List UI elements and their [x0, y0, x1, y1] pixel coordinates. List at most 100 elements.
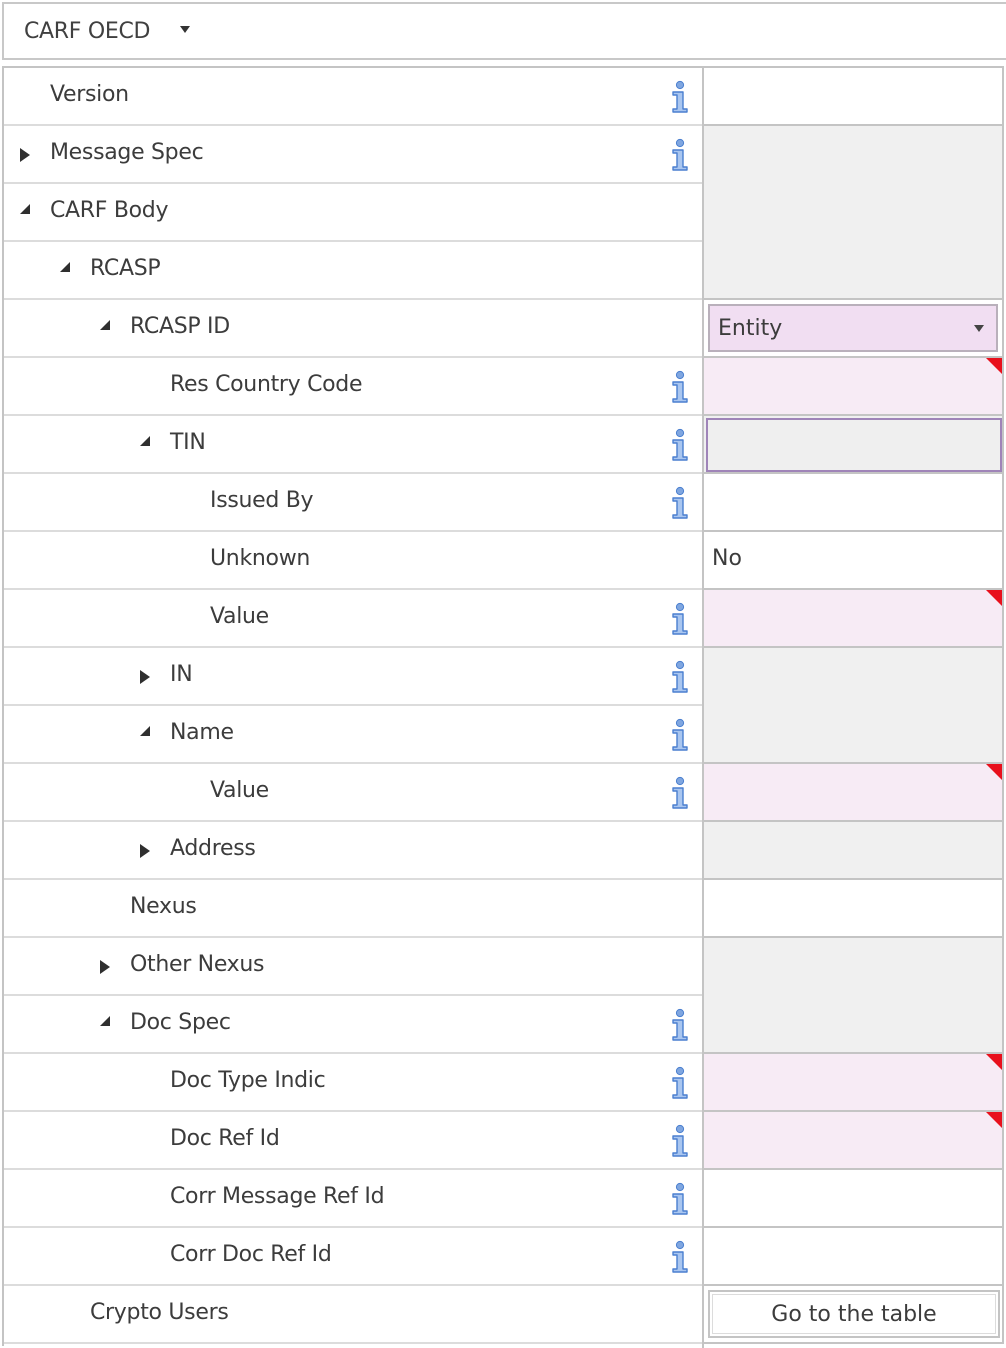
info-icon[interactable] — [668, 370, 692, 404]
nexus-input[interactable] — [704, 880, 1002, 936]
row-label: Value — [210, 778, 269, 803]
tin-focused-cell[interactable] — [706, 418, 1002, 472]
corr-message-ref-id-input[interactable] — [704, 1170, 1002, 1226]
tree-row-nexus[interactable]: Nexus — [4, 880, 704, 938]
expand-arrow-icon[interactable] — [140, 844, 150, 858]
row-label: RCASP ID — [130, 314, 230, 339]
info-icon[interactable] — [668, 1124, 692, 1158]
tin-value-value-cell[interactable] — [704, 590, 1004, 648]
schema-title: CARF OECD — [24, 18, 151, 44]
tree-row-message-spec[interactable]: Message Spec — [4, 126, 704, 184]
doc-ref-id-input[interactable] — [704, 1112, 1002, 1168]
group-cell-message-spec-carf-body-rcasp — [704, 126, 1004, 300]
info-icon[interactable] — [668, 602, 692, 636]
info-icon[interactable] — [668, 1182, 692, 1216]
rcasp-id-type-dropdown[interactable]: Entity — [708, 304, 998, 352]
caret-down-icon — [974, 325, 984, 332]
info-icon[interactable] — [668, 138, 692, 172]
info-icon[interactable] — [668, 428, 692, 462]
row-label: RCASP — [90, 256, 161, 281]
info-icon[interactable] — [668, 80, 692, 114]
name-value-input[interactable] — [704, 764, 1002, 820]
doc-ref-id-value-cell[interactable] — [704, 1112, 1004, 1170]
tree-row-carf-body[interactable]: CARF Body — [4, 184, 704, 242]
info-icon[interactable] — [668, 486, 692, 520]
collapse-arrow-icon[interactable] — [60, 262, 70, 272]
version-value-cell[interactable] — [704, 68, 1004, 126]
go-to-table-button[interactable]: Go to the table — [708, 1290, 1000, 1338]
collapse-arrow-icon[interactable] — [100, 320, 110, 330]
row-label: Name — [170, 720, 234, 745]
collapse-arrow-icon[interactable] — [20, 204, 30, 214]
doc-type-indic-input[interactable] — [704, 1054, 1002, 1110]
row-label: IN — [170, 662, 193, 687]
info-icon[interactable] — [668, 776, 692, 810]
tree-row-corr-doc-ref-id[interactable]: Corr Doc Ref Id — [4, 1228, 704, 1286]
tree-row-doc-spec[interactable]: Doc Spec — [4, 996, 704, 1054]
tree-row-crypto-users[interactable]: Crypto Users — [4, 1286, 704, 1344]
corr-doc-ref-id-value-cell[interactable] — [704, 1228, 1004, 1286]
row-label: Issued By — [210, 488, 314, 513]
row-label: Nexus — [130, 894, 197, 919]
unknown-value-cell[interactable]: No — [704, 532, 1004, 590]
tree-row-address[interactable]: Address — [4, 822, 704, 880]
info-icon[interactable] — [668, 660, 692, 694]
tree-row-name[interactable]: Name — [4, 706, 704, 764]
corr-doc-ref-id-input[interactable] — [704, 1228, 1002, 1284]
row-label: Doc Spec — [130, 1010, 231, 1035]
tin-value-cell[interactable] — [704, 416, 1004, 474]
schema-selector[interactable]: CARF OECD — [2, 2, 1006, 60]
caret-down-icon[interactable] — [180, 25, 191, 33]
row-label: Crypto Users — [90, 1300, 229, 1325]
tree-row-doc-type-indic[interactable]: Doc Type Indic — [4, 1054, 704, 1112]
tree-row-tin[interactable]: TIN — [4, 416, 704, 474]
collapse-arrow-icon[interactable] — [100, 1016, 110, 1026]
required-flag-icon — [986, 358, 1002, 374]
info-icon[interactable] — [668, 1240, 692, 1274]
info-icon[interactable] — [668, 1008, 692, 1042]
row-label: Message Spec — [50, 140, 204, 165]
row-label: Value — [210, 604, 269, 629]
nexus-value-cell[interactable] — [704, 880, 1004, 938]
name-value-value-cell[interactable] — [704, 764, 1004, 822]
info-icon[interactable] — [668, 718, 692, 752]
row-label: Unknown — [210, 546, 311, 571]
version-input[interactable] — [704, 68, 1002, 124]
info-icon[interactable] — [668, 1066, 692, 1100]
row-label: Corr Message Ref Id — [170, 1184, 385, 1209]
tin-value-input[interactable] — [704, 590, 1002, 646]
tree-row-unknown[interactable]: Unknown — [4, 532, 704, 590]
collapse-arrow-icon[interactable] — [140, 726, 150, 736]
tree-row-corr-message-ref-id[interactable]: Corr Message Ref Id — [4, 1170, 704, 1228]
tree-row-rcasp-id[interactable]: RCASP ID — [4, 300, 704, 358]
collapse-arrow-icon[interactable] — [140, 436, 150, 446]
tree-row-value[interactable]: Value — [4, 764, 704, 822]
tree-row-res-country-code[interactable]: Res Country Code — [4, 358, 704, 416]
expand-arrow-icon[interactable] — [140, 670, 150, 684]
doc-type-indic-value-cell[interactable] — [704, 1054, 1004, 1112]
rcasp-id-value-cell: Entity — [704, 300, 1004, 358]
property-grid: Version Message Spec CARF Body RCASP RCASP I… — [2, 66, 1004, 1348]
res-country-code-value-cell[interactable] — [704, 358, 1004, 416]
tree-row-rcasp[interactable]: RCASP — [4, 242, 704, 300]
res-country-code-input[interactable] — [704, 358, 1002, 414]
issued-by-input[interactable] — [704, 474, 1002, 530]
crypto-users-value-cell: Go to the table — [704, 1286, 1004, 1344]
group-cell-in-name — [704, 648, 1004, 764]
unknown-value[interactable]: No — [712, 546, 742, 571]
tree-row-version[interactable]: Version — [4, 68, 704, 126]
corr-message-ref-id-value-cell[interactable] — [704, 1170, 1004, 1228]
required-flag-icon — [986, 1054, 1002, 1070]
rcasp-id-type-value: Entity — [718, 316, 783, 341]
expand-arrow-icon[interactable] — [100, 960, 110, 974]
group-cell-other-nexus-doc-spec — [704, 938, 1004, 1054]
tree-row-in[interactable]: IN — [4, 648, 704, 706]
tree-row-value[interactable]: Value — [4, 590, 704, 648]
row-label: TIN — [170, 430, 206, 455]
expand-arrow-icon[interactable] — [20, 148, 30, 162]
tree-row-other-nexus[interactable]: Other Nexus — [4, 938, 704, 996]
tree-row-doc-ref-id[interactable]: Doc Ref Id — [4, 1112, 704, 1170]
tree-row-issued-by[interactable]: Issued By — [4, 474, 704, 532]
issued-by-value-cell[interactable] — [704, 474, 1004, 532]
row-label: Version — [50, 82, 129, 107]
